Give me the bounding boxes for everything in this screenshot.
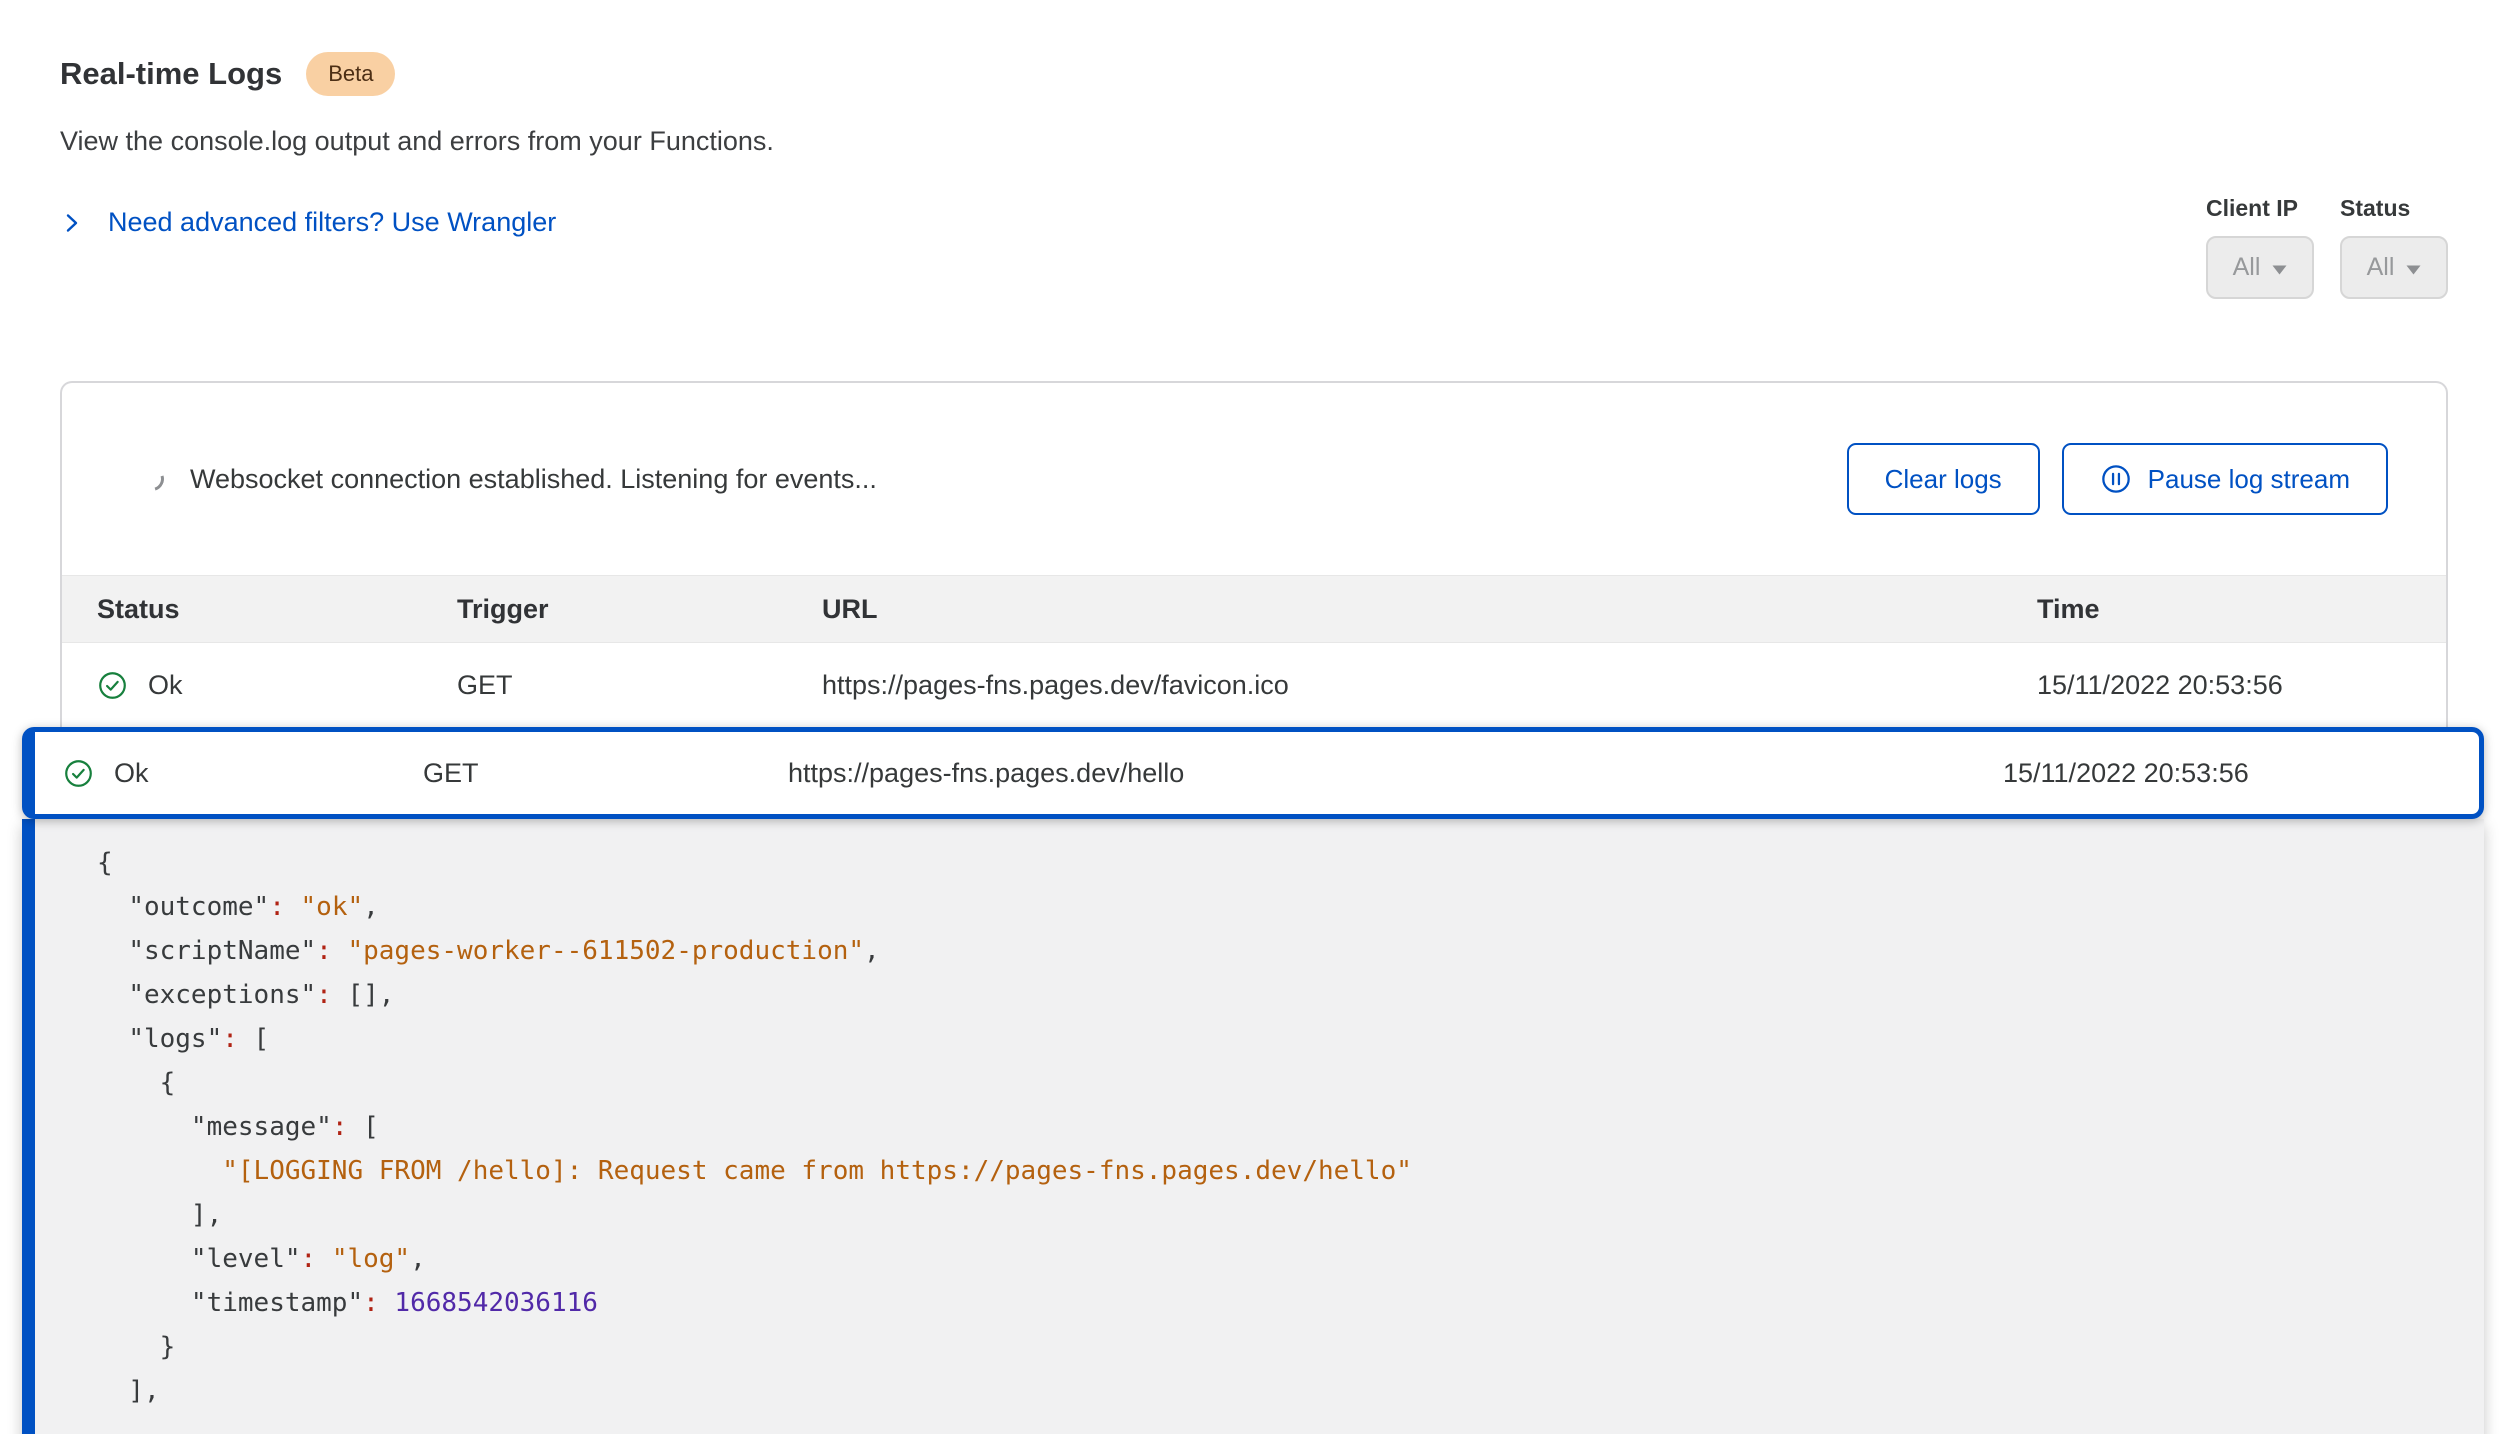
client-ip-filter: Client IP All [2206, 195, 2314, 299]
chevron-down-icon [2406, 253, 2421, 282]
status-filter-dropdown[interactable]: All [2340, 236, 2448, 299]
ok-status-icon [63, 758, 94, 789]
log-json-output: { "outcome": "ok", "scriptName": "pages-… [22, 819, 2484, 1434]
websocket-status-text: Websocket connection established. Listen… [190, 464, 877, 495]
status-filter-value: All [2367, 253, 2395, 282]
toolbar-buttons: Clear logs Pause log stream [1847, 443, 2388, 515]
time-value: 15/11/2022 20:53:56 [2037, 670, 2446, 701]
expanded-log-entry: Ok GET https://pages-fns.pages.dev/hello… [22, 727, 2484, 1434]
logs-toolbar: Websocket connection established. Listen… [62, 383, 2446, 575]
status-cell: Ok [63, 758, 423, 789]
status-cell: Ok [97, 670, 457, 701]
page-header: Real-time Logs Beta [60, 52, 2448, 96]
status-filter-label: Status [2340, 195, 2448, 222]
clear-logs-button-label: Clear logs [1885, 464, 2002, 495]
status-value: Ok [148, 670, 183, 701]
pause-log-stream-button-label: Pause log stream [2148, 464, 2350, 495]
url-value: https://pages-fns.pages.dev/hello [788, 758, 2003, 789]
websocket-status: Websocket connection established. Listen… [140, 464, 877, 495]
log-table-header: Status Trigger URL Time [62, 575, 2446, 643]
trigger-value: GET [423, 758, 788, 789]
column-header-time: Time [2037, 594, 2446, 625]
chevron-down-icon [2272, 253, 2287, 282]
column-header-trigger: Trigger [457, 594, 822, 625]
table-row[interactable]: Ok GET https://pages-fns.pages.dev/favic… [62, 643, 2446, 727]
advanced-filters-link-label: Need advanced filters? Use Wrangler [108, 207, 556, 238]
column-header-status: Status [97, 594, 457, 625]
client-ip-filter-value: All [2233, 253, 2261, 282]
pause-icon [2100, 463, 2132, 495]
advanced-filters-link[interactable]: Need advanced filters? Use Wrangler [60, 207, 556, 238]
pause-log-stream-button[interactable]: Pause log stream [2062, 443, 2388, 515]
url-value: https://pages-fns.pages.dev/favicon.ico [822, 670, 2037, 701]
column-header-url: URL [822, 594, 2037, 625]
beta-badge: Beta [306, 52, 395, 96]
trigger-value: GET [457, 670, 822, 701]
clear-logs-button[interactable]: Clear logs [1847, 443, 2040, 515]
time-value: 15/11/2022 20:53:56 [2003, 758, 2479, 789]
header-bottom: Need advanced filters? Use Wrangler Clie… [60, 195, 2448, 299]
page-subtitle: View the console.log output and errors f… [60, 126, 2448, 157]
status-filter: Status All [2340, 195, 2448, 299]
chevron-right-icon [60, 211, 84, 235]
loading-spinner-icon [136, 463, 168, 495]
status-value: Ok [114, 758, 149, 789]
logs-panel: Websocket connection established. Listen… [60, 381, 2448, 727]
client-ip-filter-dropdown[interactable]: All [2206, 236, 2314, 299]
client-ip-filter-label: Client IP [2206, 195, 2314, 222]
table-row-expanded[interactable]: Ok GET https://pages-fns.pages.dev/hello… [22, 727, 2484, 819]
realtime-logs-page: Real-time Logs Beta View the console.log… [0, 0, 2508, 1434]
page-title: Real-time Logs [60, 56, 282, 92]
ok-status-icon [97, 670, 128, 701]
filters-group: Client IP All Status All [2206, 195, 2448, 299]
